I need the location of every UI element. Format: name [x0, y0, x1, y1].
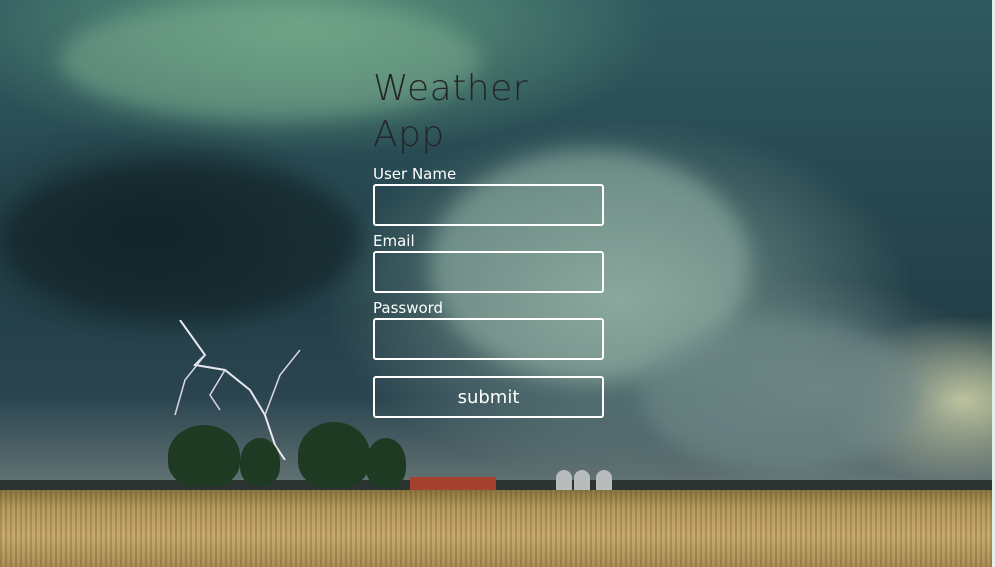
username-input[interactable]	[373, 184, 604, 226]
email-label: Email	[373, 232, 415, 250]
app-title: Weather App	[373, 68, 529, 155]
tree	[240, 438, 280, 486]
silo	[574, 470, 590, 492]
username-label: User Name	[373, 165, 457, 183]
shelf-cloud-lower	[640, 320, 920, 470]
email-input[interactable]	[373, 251, 604, 293]
submit-button[interactable]: submit	[373, 376, 604, 418]
tree	[298, 422, 370, 488]
tree	[366, 438, 406, 488]
password-input[interactable]	[373, 318, 604, 360]
silo	[596, 470, 612, 492]
tree	[168, 425, 240, 487]
login-form: Weather App User Name Email Password sub…	[373, 66, 605, 418]
dark-cloud	[0, 160, 360, 320]
password-label: Password	[373, 299, 444, 317]
wheat-field	[0, 490, 995, 567]
silo	[556, 470, 572, 492]
farm-building	[410, 477, 496, 491]
